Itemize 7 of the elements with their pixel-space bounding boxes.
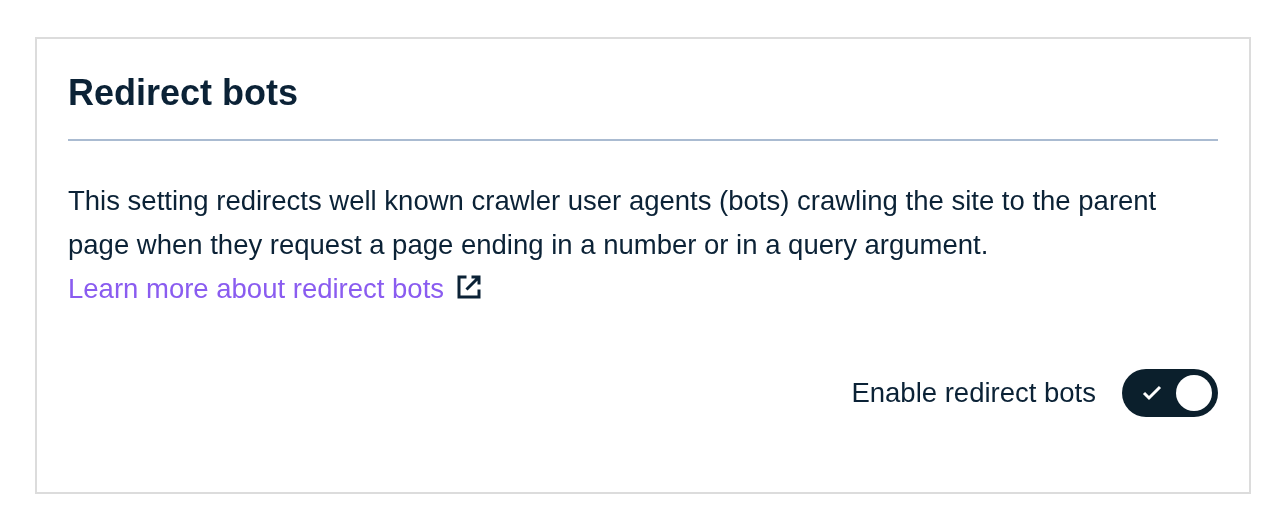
toggle-label: Enable redirect bots <box>851 376 1096 411</box>
toggle-switch[interactable] <box>1122 369 1218 417</box>
learn-more-link[interactable]: Learn more about redirect bots <box>68 273 445 304</box>
card-title: Redirect bots <box>68 69 1218 141</box>
check-icon <box>1142 385 1162 401</box>
toggle-knob <box>1176 375 1212 411</box>
description: This setting redirects well known crawler user agents (bots) crawling the site to the parent page when they request a page ending in a number or in a query argument. Learn more about redirect bots <box>68 184 1158 306</box>
